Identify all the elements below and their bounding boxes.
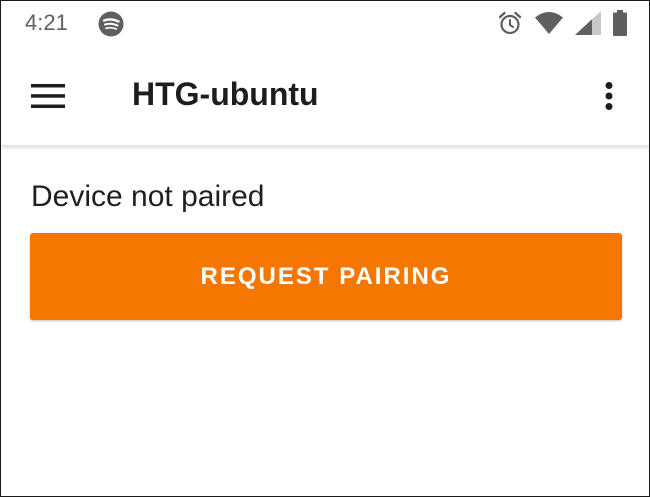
pairing-status-text: Device not paired [31,180,265,213]
hamburger-menu-icon [31,84,65,108]
spotify-icon [98,11,124,37]
hamburger-menu-button[interactable] [23,71,73,121]
cellular-signal-icon [575,11,601,35]
page-title: HTG-ubuntu [132,76,319,112]
wifi-icon [535,12,563,34]
status-time: 4:21 [25,10,68,35]
alarm-icon [498,11,522,35]
request-pairing-button[interactable]: REQUEST PAIRING [30,233,622,320]
status-icons [497,9,627,37]
overflow-menu-button[interactable] [589,71,629,121]
overflow-menu-icon [605,82,613,110]
battery-icon [613,10,627,36]
status-bar: 4:21 [1,1,649,45]
device-screen: 4:21 HTG-ubuntu Device not paired REQUES… [0,0,650,497]
app-bar: HTG-ubuntu [1,45,649,146]
